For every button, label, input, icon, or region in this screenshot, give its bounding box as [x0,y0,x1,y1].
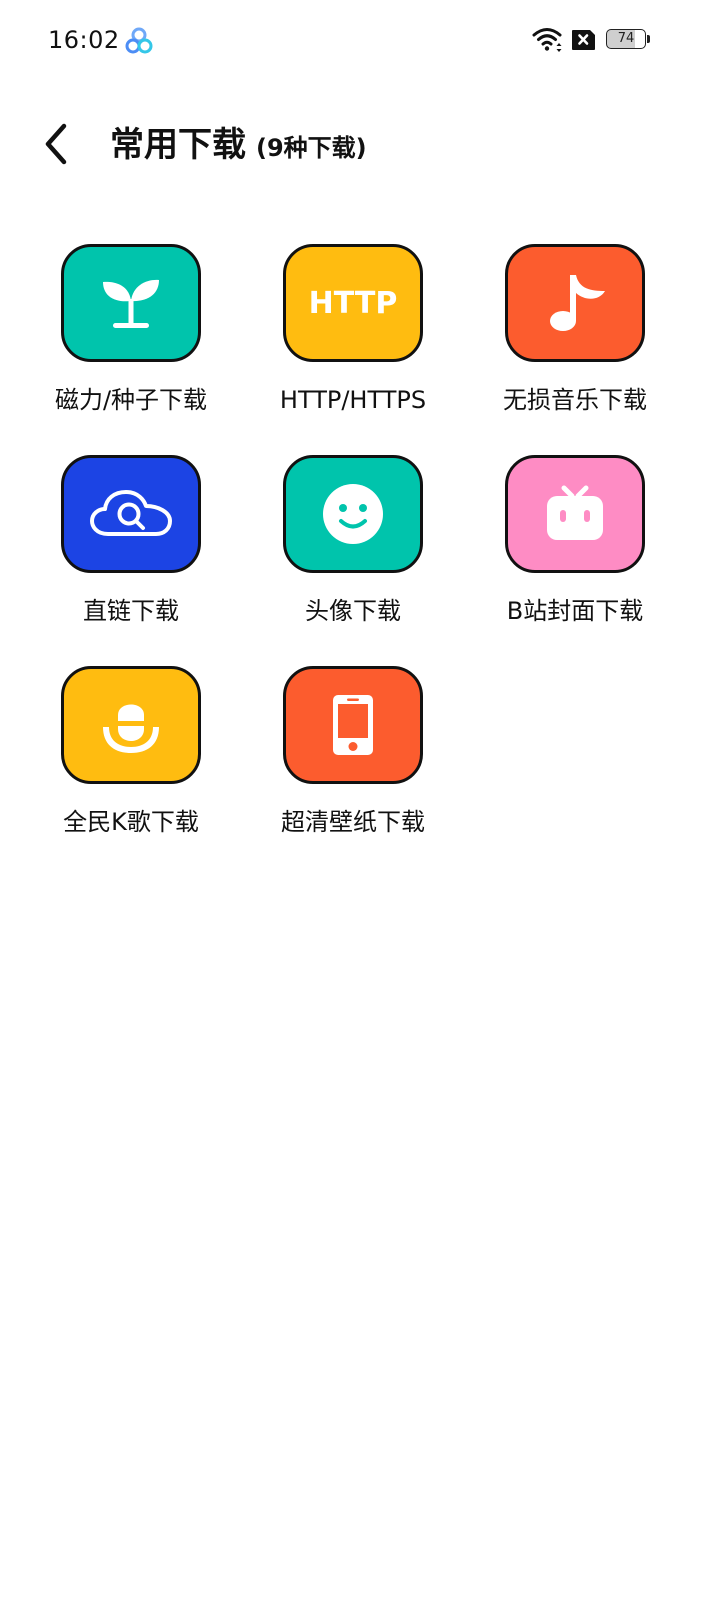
cloud-search-icon [90,490,172,536]
smartphone-icon [333,695,373,755]
tile-label: 磁力/种子下载 [54,386,208,414]
tile-label: 头像下载 [305,597,401,625]
sprout-icon [103,279,159,328]
tile-icon-box [61,666,201,784]
status-bar: 16:02 74 [0,0,720,80]
tile-lossless-music[interactable]: 无损音乐下载 [464,244,686,455]
app-logo-icon [125,27,153,54]
tile-avatar[interactable]: 头像下载 [242,455,464,666]
tile-http-https[interactable]: HTTP HTTP/HTTPS [242,244,464,455]
smiley-face-icon [323,484,383,544]
bilibili-tv-icon [547,485,603,540]
tile-label: B站封面下载 [506,597,644,625]
status-time: 16:02 [48,26,120,54]
tile-icon-box [505,455,645,573]
tile-label: 无损音乐下载 [503,386,647,414]
tile-magnet-torrent[interactable]: 磁力/种子下载 [20,244,242,455]
tile-label: 全民K歌下载 [63,808,199,836]
tile-label: 直链下载 [83,597,179,625]
header-title: 常用下载 (9种下载) [110,120,367,170]
download-grid: 磁力/种子下载 HTTP HTTP/HTTPS 无损音乐下载 直链下载 头像下载… [20,244,686,877]
tile-hd-wallpaper[interactable]: 超清壁纸下载 [242,666,464,877]
tile-icon-box [505,244,645,362]
tile-bilibili-cover[interactable]: B站封面下载 [464,455,686,666]
tile-icon-box [61,455,201,573]
tile-label: HTTP/HTTPS [279,386,427,414]
http-icon-text: HTTP [309,286,398,321]
music-note-icon [550,275,605,331]
tile-icon-box [283,666,423,784]
page-subtitle: (9种下载) [256,134,367,162]
tile-icon-box [61,244,201,362]
back-button[interactable] [30,118,82,170]
sim-blocked-icon [572,30,595,50]
tile-direct-link[interactable]: 直链下载 [20,455,242,666]
battery-icon: 74 [606,29,652,51]
tile-icon-box [283,455,423,573]
tile-label: 超清壁纸下载 [281,808,425,836]
tile-karaoke[interactable]: 全民K歌下载 [20,666,242,877]
tile-icon-box: HTTP [283,244,423,362]
page-title: 常用下载 [110,125,246,165]
chevron-left-icon [45,123,67,165]
battery-level: 74 [617,31,635,46]
wifi-icon [532,28,562,52]
http-text-icon: HTTP [309,286,398,321]
battery-tip [647,35,650,43]
microphone-icon [103,704,159,753]
